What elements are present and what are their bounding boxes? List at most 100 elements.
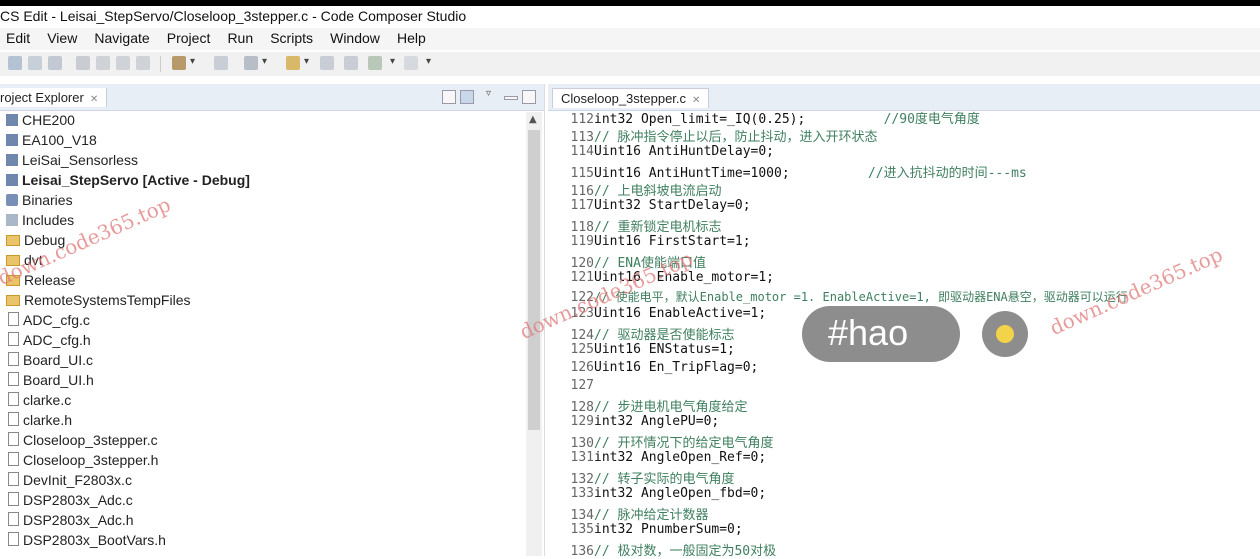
tree-item[interactable]: Binaries	[6, 192, 73, 212]
new-icon[interactable]	[8, 56, 22, 70]
code-comment: // 脉冲给定计数器	[594, 508, 709, 523]
chevron-down-icon[interactable]: ▾	[390, 56, 395, 67]
back-icon[interactable]	[320, 56, 334, 70]
tree-item[interactable]: CHE200	[6, 112, 75, 132]
chevron-down-icon[interactable]: ▾	[262, 56, 267, 67]
chevron-down-icon[interactable]: ▾	[190, 56, 195, 67]
code-comment: // 极对数，一般固定为50对极	[594, 544, 777, 559]
h-file-icon	[8, 532, 19, 546]
tree-item-label: Includes	[22, 212, 75, 228]
tree-item-label: ADC_cfg.c	[23, 312, 90, 328]
code-comment: // 上电斜坡电流启动	[594, 184, 722, 199]
line-number: 113	[570, 130, 594, 145]
line-number: 117	[570, 198, 594, 213]
chevron-down-icon[interactable]: ▾	[426, 56, 431, 67]
tree-item[interactable]: DSP2803x_Adc.c	[8, 492, 133, 512]
line-number: 128	[570, 400, 594, 415]
code-comment: // 驱动器是否使能标志	[594, 328, 735, 343]
maximize-icon[interactable]	[522, 90, 536, 104]
debug-icon[interactable]	[96, 56, 110, 70]
close-icon[interactable]: ✕	[692, 95, 700, 106]
menu-view[interactable]: View	[47, 28, 77, 46]
project-icon	[6, 154, 18, 166]
project-explorer-tab[interactable]: roject Explorer ✕	[0, 88, 108, 107]
tree-item-label: Board_UI.c	[23, 352, 94, 368]
tree-item-label: Leisai_StepServo [Active - Debug]	[22, 172, 250, 188]
menu-help[interactable]: Help	[397, 28, 426, 46]
tree-item[interactable]: Closeloop_3stepper.c	[8, 432, 158, 452]
gear-icon[interactable]	[244, 56, 258, 70]
menu-navigate[interactable]: Navigate	[94, 28, 149, 46]
tree-item[interactable]: clarke.c	[8, 392, 71, 412]
tree-item[interactable]: ADC_cfg.c	[8, 312, 90, 332]
line-number: 119	[570, 234, 594, 249]
h-file-icon	[8, 412, 19, 426]
tree-item-active-project[interactable]: Leisai_StepServo [Active - Debug]	[6, 172, 250, 192]
build-icon[interactable]	[76, 56, 90, 70]
h-file-icon	[8, 332, 19, 346]
window-titlebar: CS Edit - Leisai_StepServo/Closeloop_3st…	[0, 0, 1260, 28]
project-explorer-tab-label: roject Explorer	[0, 90, 84, 105]
line-number: 120	[570, 256, 594, 271]
scrollbar-thumb[interactable]	[528, 130, 540, 430]
line-number: 136	[570, 544, 594, 559]
forward-icon[interactable]	[344, 56, 358, 70]
tree-item[interactable]: DevInit_F2803x.c	[8, 472, 132, 492]
close-icon[interactable]: ✕	[90, 94, 98, 105]
save-icon[interactable]	[28, 56, 42, 70]
code-text: int32 Open_limit=_IQ(0.25);	[594, 112, 806, 127]
tree-item[interactable]: DSP2803x_BootVars.h	[8, 532, 166, 552]
view-menu-icon[interactable]: ▿	[486, 88, 498, 100]
search-icon[interactable]	[214, 56, 228, 70]
line-number: 135	[570, 522, 594, 537]
tree-item[interactable]: LeiSai_Sensorless	[6, 152, 138, 172]
tree-item[interactable]: RemoteSystemsTempFiles	[6, 292, 191, 312]
editor-tab-bar: Closeloop_3stepper.c ✕	[548, 84, 1260, 111]
menu-project[interactable]: Project	[167, 28, 211, 46]
hammer-icon[interactable]	[172, 56, 186, 70]
tree-item[interactable]: Board_UI.c	[8, 352, 93, 372]
menu-scripts[interactable]: Scripts	[270, 28, 313, 46]
folder-icon	[6, 295, 20, 306]
code-line: 113// 脉冲指令停止以后，防止抖动，进入开环状态	[562, 126, 878, 145]
menu-edit[interactable]: Edit	[6, 28, 30, 46]
tree-item[interactable]: Includes	[6, 212, 74, 232]
code-line: 114Uint16 AntiHuntDelay=0;	[562, 144, 775, 162]
tree-item-label: Closeloop_3stepper.h	[23, 452, 159, 468]
tree-item[interactable]: DSP2803x_Adc.h	[8, 512, 134, 532]
line-number: 114	[570, 144, 594, 159]
code-text: int32 AngleOpen_Ref=0;	[594, 450, 767, 465]
link-editor-icon[interactable]	[460, 90, 474, 104]
tree-item-label: RemoteSystemsTempFiles	[24, 292, 191, 308]
tree-item[interactable]: ADC_cfg.h	[8, 332, 91, 352]
line-number: 112	[570, 112, 594, 127]
h-file-icon	[8, 512, 19, 526]
stop-icon[interactable]	[136, 56, 150, 70]
line-number: 125	[570, 342, 594, 357]
tree-item[interactable]: clarke.h	[8, 412, 72, 432]
menu-window[interactable]: Window	[330, 28, 380, 46]
main-toolbar	[0, 52, 1260, 76]
line-number: 121	[570, 270, 594, 285]
run-icon[interactable]	[116, 56, 130, 70]
minimize-icon[interactable]	[504, 96, 518, 100]
history-icon[interactable]	[404, 56, 418, 70]
tree-item[interactable]: EA100_V18	[6, 132, 97, 152]
editor-tab-closeloop[interactable]: Closeloop_3stepper.c ✕	[552, 88, 710, 108]
pencil-icon[interactable]	[286, 56, 300, 70]
tree-item-label: Board_UI.h	[23, 372, 94, 388]
print-icon[interactable]	[48, 56, 62, 70]
line-number: 116	[570, 184, 594, 199]
tree-item[interactable]: Board_UI.h	[8, 372, 94, 392]
navigate-icon[interactable]	[368, 56, 382, 70]
hashtag-text: #hao	[828, 312, 909, 353]
line-number: 115	[570, 166, 594, 181]
chevron-down-icon[interactable]: ▾	[304, 56, 309, 67]
collapse-all-icon[interactable]	[442, 90, 456, 104]
scroll-up-icon[interactable]: ▲	[529, 114, 537, 125]
tree-item[interactable]: Closeloop_3stepper.h	[8, 452, 158, 472]
c-file-icon	[8, 432, 19, 446]
menu-run[interactable]: Run	[227, 28, 253, 46]
code-text: int32 AngleOpen_fbd=0;	[594, 486, 767, 501]
code-line: 122// 使能电平，默认Enable_motor =1. EnableActi…	[562, 288, 1128, 306]
